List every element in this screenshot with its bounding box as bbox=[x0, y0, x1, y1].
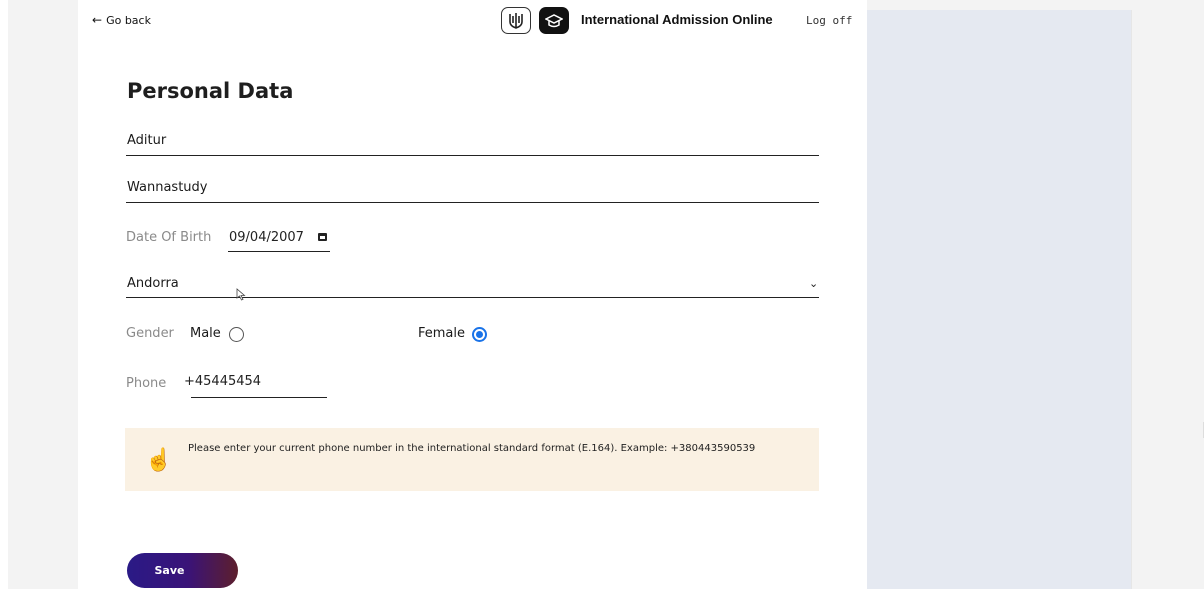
phone-input[interactable]: +45445454 bbox=[184, 373, 327, 398]
pointing-hand-icon: ☝️ bbox=[145, 448, 173, 473]
country-value: Andorra bbox=[127, 276, 179, 291]
app-title: International Admission Online bbox=[581, 12, 773, 27]
right-strip bbox=[1131, 10, 1204, 589]
gender-label: Gender bbox=[126, 326, 174, 341]
save-button[interactable]: Save bbox=[127, 553, 238, 588]
first-name-field[interactable]: Aditur bbox=[126, 133, 819, 156]
phone-label: Phone bbox=[126, 376, 167, 391]
save-label: Save bbox=[154, 564, 185, 577]
calendar-icon[interactable] bbox=[318, 233, 327, 241]
page-margin-left bbox=[0, 0, 8, 589]
go-back-label: Go back bbox=[106, 13, 151, 27]
page-title: Personal Data bbox=[127, 79, 294, 103]
first-name-value: Aditur bbox=[127, 133, 167, 148]
dob-input[interactable]: 09/04/2007 bbox=[228, 229, 330, 252]
last-name-value: Wannastudy bbox=[127, 180, 208, 195]
go-back-link[interactable]: ← Go back bbox=[92, 13, 151, 27]
graduation-cap-icon bbox=[539, 7, 569, 34]
phone-value: +45445454 bbox=[184, 374, 262, 389]
notice-text: Please enter your current phone number i… bbox=[188, 443, 756, 454]
last-name-field[interactable]: Wannastudy bbox=[126, 180, 819, 203]
mouse-cursor-icon bbox=[236, 288, 246, 301]
male-label: Male bbox=[190, 326, 221, 341]
arrow-left-icon: ← bbox=[92, 13, 103, 27]
logoff-link[interactable]: Log off bbox=[806, 14, 852, 27]
side-panel bbox=[867, 10, 1131, 589]
male-radio[interactable] bbox=[229, 327, 244, 342]
female-radio[interactable] bbox=[472, 327, 487, 342]
dob-label: Date Of Birth bbox=[126, 230, 212, 245]
country-select[interactable]: Andorra bbox=[126, 276, 819, 298]
chevron-down-icon[interactable]: ⌄ bbox=[809, 277, 818, 290]
phone-format-notice: ☝️ Please enter your current phone numbe… bbox=[125, 428, 819, 491]
female-label: Female bbox=[418, 326, 466, 341]
trident-icon bbox=[501, 7, 531, 34]
dob-value: 09/04/2007 bbox=[229, 230, 304, 245]
